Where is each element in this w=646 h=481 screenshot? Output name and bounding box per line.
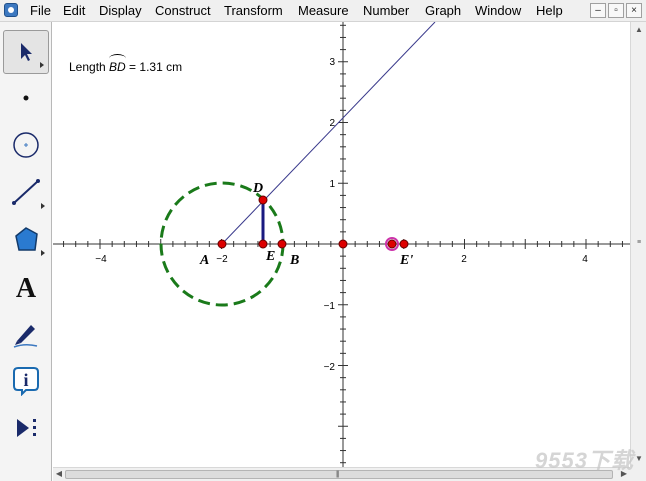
y-tick-label: −1 — [324, 301, 336, 312]
menu-construct[interactable]: Construct — [155, 3, 211, 19]
point-icon — [23, 95, 29, 101]
y-tick-label: 1 — [329, 179, 335, 190]
menu-number[interactable]: Number — [363, 3, 409, 19]
submenu-triangle-icon — [41, 203, 45, 209]
menu-window[interactable]: Window — [475, 3, 521, 19]
coordinate-plane[interactable]: −4 −2 2 4 3 2 1 −1 −2 A D E B E' — [53, 22, 630, 467]
text-tool[interactable]: A — [3, 265, 49, 309]
measurement-value: = 1.31 cm — [125, 60, 183, 74]
point-a[interactable] — [217, 239, 227, 249]
submenu-triangle-icon — [41, 250, 45, 256]
x-tick-label: −2 — [216, 254, 228, 265]
svg-text:i: i — [23, 370, 28, 390]
menu-measure[interactable]: Measure — [298, 3, 349, 19]
minimize-button[interactable]: – — [590, 3, 606, 18]
y-tick-label: 3 — [329, 57, 335, 68]
vertical-scrollbar[interactable]: ▲ ≡ ▼ — [630, 22, 646, 467]
compass-tool[interactable] — [3, 123, 49, 167]
straightedge-tool[interactable] — [3, 170, 49, 214]
x-tick-label: 4 — [582, 254, 588, 265]
information-tool[interactable]: i — [3, 359, 49, 403]
ray-through-a-d[interactable] — [221, 22, 436, 245]
horizontal-scroll-thumb[interactable]: ||| — [65, 470, 613, 479]
selected-point[interactable] — [387, 239, 397, 249]
menu-display[interactable]: Display — [99, 3, 142, 19]
custom-tool[interactable] — [3, 406, 49, 450]
point-b[interactable] — [277, 239, 287, 249]
compass-circle-icon — [13, 132, 39, 158]
x-tick-label: −4 — [95, 254, 107, 265]
point-tool[interactable] — [3, 76, 49, 120]
scroll-left-arrow-icon[interactable]: ◀ — [55, 469, 63, 479]
scroll-up-arrow-icon[interactable]: ▲ — [634, 25, 644, 35]
line-segment-icon — [12, 179, 40, 205]
custom-tools-icon — [17, 419, 36, 437]
menu-graph[interactable]: Graph — [425, 3, 461, 19]
scroll-down-arrow-icon[interactable]: ▼ — [634, 454, 644, 464]
polygon-tool[interactable] — [3, 217, 49, 261]
arrow-icon — [21, 43, 32, 61]
measurement-arc-name: BD — [109, 54, 126, 74]
info-icon: i — [13, 367, 39, 396]
menu-file[interactable]: File — [30, 3, 51, 19]
marker-pen-icon — [13, 325, 38, 348]
restore-button[interactable]: ▫ — [608, 3, 624, 18]
origin-point[interactable] — [338, 239, 348, 249]
menu-help[interactable]: Help — [536, 3, 563, 19]
point-e[interactable] — [258, 239, 268, 249]
submenu-triangle-icon — [40, 62, 44, 68]
menu-bar: File Edit Display Construct Transform Me… — [0, 0, 646, 22]
label-e-prime[interactable]: E' — [399, 253, 413, 268]
point-d[interactable] — [258, 195, 268, 205]
marker-tool[interactable] — [3, 312, 49, 356]
scroll-grip-icon[interactable]: ≡ — [634, 238, 644, 248]
arrow-select-tool[interactable] — [3, 30, 49, 74]
label-b[interactable]: B — [289, 253, 299, 268]
app-icon[interactable] — [4, 3, 18, 17]
point-e-prime[interactable] — [399, 239, 409, 249]
svg-text:A: A — [16, 273, 37, 303]
text-a-icon: A — [16, 273, 37, 303]
label-a[interactable]: A — [199, 253, 209, 268]
sketch-canvas[interactable]: −4 −2 2 4 3 2 1 −1 −2 A D E B E' Length … — [53, 22, 630, 467]
x-tick-label: 2 — [461, 254, 467, 265]
watermark: 9553下载 — [535, 448, 634, 473]
menu-edit[interactable]: Edit — [63, 3, 85, 19]
menu-transform[interactable]: Transform — [224, 3, 283, 19]
close-button[interactable]: × — [626, 3, 642, 18]
label-e[interactable]: E — [265, 249, 275, 264]
measurement-prefix: Length — [69, 60, 110, 74]
label-d[interactable]: D — [252, 181, 263, 196]
polygon-icon — [15, 227, 38, 251]
toolbox: A i — [0, 22, 52, 481]
scroll-grip-icon: ||| — [336, 471, 340, 478]
y-tick-label: −2 — [324, 362, 336, 373]
arc-length-measurement[interactable]: Length BD = 1.31 cm — [69, 54, 183, 74]
